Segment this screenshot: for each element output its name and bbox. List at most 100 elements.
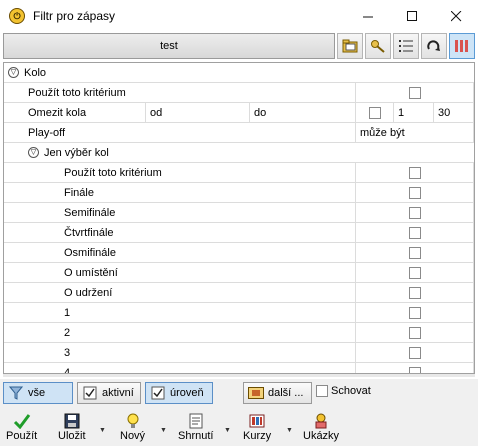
summary-label: Shrnutí (178, 430, 214, 442)
list-item: Čtvrtfinále (4, 223, 474, 243)
examples-label: Ukázky (303, 430, 340, 442)
checkbox[interactable] (408, 166, 421, 179)
minimize-button[interactable] (346, 0, 390, 32)
round-label: Finále (44, 183, 356, 203)
round-to-field[interactable]: 30 (434, 103, 474, 123)
list-item: O umístění (4, 263, 474, 283)
round-label: Semifinále (44, 203, 356, 223)
list-item: 1 (4, 303, 474, 323)
odds-label: Kurzy (243, 430, 272, 442)
summary-icon (186, 412, 206, 430)
maximize-button[interactable] (390, 0, 434, 32)
list-item: O udržení (4, 283, 474, 303)
playoff-row: Play-off může být (4, 123, 474, 143)
round-checkbox-cell[interactable] (356, 323, 474, 343)
group-row-jen-vyber-kol[interactable]: ▽ Jen výběr kol (4, 143, 474, 163)
new-button[interactable]: Nový (120, 412, 145, 442)
collapse-icon[interactable]: ▽ (8, 67, 19, 78)
round-checkbox-cell[interactable] (356, 243, 474, 263)
filter-name-button[interactable]: test (3, 33, 335, 59)
round-checkbox-cell[interactable] (356, 203, 474, 223)
odds-icon (247, 412, 267, 430)
list-button[interactable] (393, 33, 419, 59)
list-item: Použít toto kritérium (4, 163, 474, 183)
round-label: O udržení (44, 283, 356, 303)
window-title: Filtr pro zápasy (33, 9, 116, 23)
active-only-label: aktivní (102, 387, 134, 399)
lightbulb-icon (123, 412, 143, 430)
key-button[interactable] (365, 33, 391, 59)
more-button[interactable]: další ... (243, 382, 312, 404)
round-label: 3 (44, 343, 356, 363)
round-label: Osmifinále (44, 243, 356, 263)
minimize-icon (362, 16, 373, 17)
checkbox[interactable] (408, 286, 421, 299)
maximize-icon (406, 10, 417, 21)
new-label: Nový (120, 430, 146, 442)
show-all-button[interactable]: vše (3, 382, 73, 404)
columns-icon (455, 40, 468, 52)
round-checkbox-cell[interactable] (356, 283, 474, 303)
save-icon (62, 412, 82, 430)
level-button[interactable]: úroveň (145, 382, 213, 404)
rotate-icon (427, 40, 440, 51)
title-bar: ⏻ Filtr pro zápasy (0, 0, 478, 32)
round-checkbox-cell[interactable] (356, 183, 474, 203)
round-label: O umístění (44, 263, 356, 283)
new-dropdown-icon[interactable]: ▼ (160, 427, 167, 434)
summary-button[interactable]: Shrnutí (178, 412, 213, 442)
checkbox[interactable] (408, 366, 421, 373)
checkbox[interactable] (368, 106, 381, 119)
refresh-button[interactable] (421, 33, 447, 59)
horizontal-scrollbar[interactable] (3, 374, 475, 377)
round-checkbox-cell[interactable] (356, 263, 474, 283)
checkmark-icon (12, 412, 32, 430)
hide-toggle[interactable]: Schovat (316, 385, 371, 397)
save-button[interactable]: Uložit (58, 412, 86, 442)
checkbox[interactable] (408, 86, 421, 99)
round-from-field[interactable]: 1 (394, 103, 434, 123)
checkbox[interactable] (408, 246, 421, 259)
checkbox[interactable] (408, 226, 421, 239)
from-label: od (146, 103, 250, 123)
checkbox[interactable] (408, 306, 421, 319)
criteria-grid: ▽ Kolo Použít toto kritérium Omezit kola… (3, 62, 475, 374)
round-checkbox-cell[interactable] (356, 303, 474, 323)
checkbox[interactable] (408, 206, 421, 219)
playoff-value[interactable]: může být (356, 123, 474, 143)
columns-button[interactable] (449, 33, 475, 59)
odds-button[interactable]: Kurzy (243, 412, 271, 442)
show-all-label: vše (28, 387, 46, 399)
apply-button[interactable]: Použít (6, 412, 37, 442)
save-dropdown-icon[interactable]: ▼ (99, 427, 106, 434)
odds-dropdown-icon[interactable]: ▼ (286, 427, 293, 434)
round-checkbox-cell[interactable] (356, 163, 474, 183)
limit-rounds-checkbox-cell[interactable] (356, 103, 394, 123)
list-item: 2 (4, 323, 474, 343)
limit-rounds-row: Omezit kola od do 1 30 (4, 103, 474, 123)
round-checkbox-cell[interactable] (356, 223, 474, 243)
checkbox[interactable] (408, 326, 421, 339)
criterion-label: Použít toto kritérium (24, 83, 356, 103)
checkbox[interactable] (408, 186, 421, 199)
hide-checkbox[interactable] (316, 385, 328, 397)
open-folder-button[interactable] (337, 33, 363, 59)
round-checkbox-cell[interactable] (356, 363, 474, 373)
group-row-kolo[interactable]: ▽ Kolo (4, 63, 474, 83)
collapse-icon[interactable]: ▽ (28, 147, 39, 158)
checkbox[interactable] (408, 266, 421, 279)
level-label: úroveň (170, 387, 204, 399)
criterion-label: Omezit kola (24, 103, 146, 123)
key-icon (371, 40, 385, 53)
use-criterion-checkbox-cell[interactable] (356, 83, 474, 103)
round-checkbox-cell[interactable] (356, 343, 474, 363)
check-icon (82, 386, 98, 400)
active-only-button[interactable]: aktivní (77, 382, 141, 404)
close-button[interactable] (434, 0, 478, 32)
checkbox[interactable] (408, 346, 421, 359)
summary-dropdown-icon[interactable]: ▼ (224, 427, 231, 434)
examples-button[interactable]: Ukázky (303, 412, 339, 442)
funnel-icon (8, 386, 24, 400)
more-label: další ... (268, 387, 304, 399)
round-label: Čtvrtfinále (44, 223, 356, 243)
